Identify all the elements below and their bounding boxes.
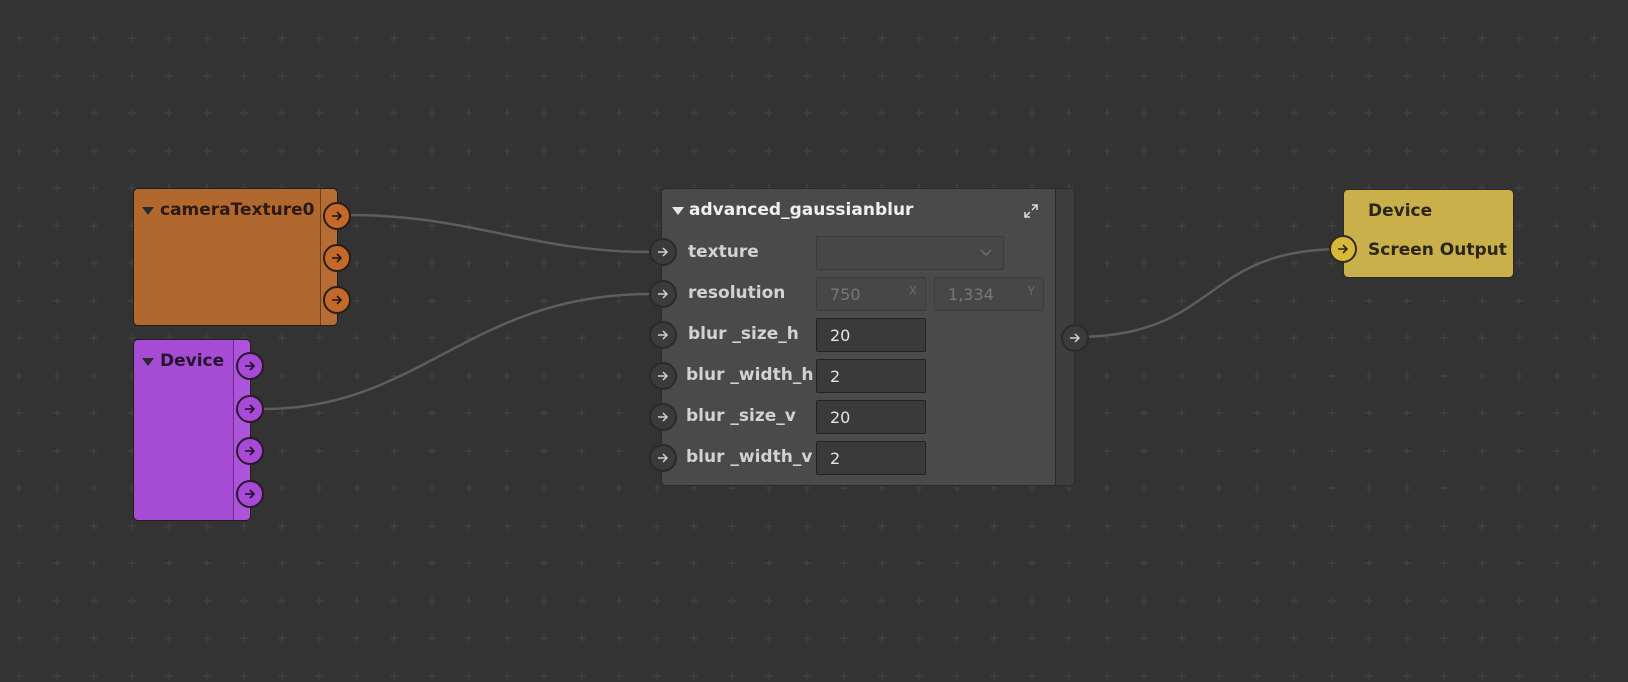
axis-x-label: X: [908, 284, 917, 298]
arrow-right-icon: [1070, 333, 1081, 343]
blur-size-v-input[interactable]: 20: [816, 400, 926, 434]
arrow-right-icon: [658, 289, 669, 299]
blur-width-v-input[interactable]: 2: [816, 441, 926, 475]
blur-input-port-width-v[interactable]: [649, 444, 677, 472]
param-label-blur-size-v: blur _size_v: [686, 406, 796, 426]
param-label-resolution: resolution: [688, 283, 786, 303]
arrow-right-icon: [332, 211, 343, 221]
output-node-title: Device: [1368, 201, 1433, 221]
device-node-title: Device: [160, 351, 225, 371]
collapse-triangle-icon[interactable]: [672, 207, 684, 215]
blur-node-title: advanced_gaussianblur: [689, 200, 914, 220]
arrow-right-icon: [658, 453, 669, 463]
arrow-right-icon: [245, 361, 256, 371]
camera-output-port-3[interactable]: [323, 286, 351, 314]
arrow-right-icon: [658, 330, 669, 340]
blur-input-port-texture[interactable]: [649, 238, 677, 266]
camera-output-port-1[interactable]: [323, 202, 351, 230]
camera-node-title: cameraTexture0: [160, 200, 315, 220]
arrow-right-icon: [658, 247, 669, 257]
device-output-port-1[interactable]: [236, 352, 264, 380]
blur-width-v-value: 2: [830, 448, 841, 468]
gaussian-blur-node[interactable]: advanced_gaussianblur texture resolution…: [661, 188, 1075, 486]
arrow-right-icon: [332, 295, 343, 305]
blur-output-port[interactable]: [1061, 324, 1089, 352]
blur-size-v-value: 20: [830, 407, 851, 427]
param-label-blur-width-h: blur _width_h: [686, 365, 814, 385]
collapse-triangle-icon[interactable]: [142, 358, 154, 366]
expand-icon[interactable]: [1024, 204, 1038, 218]
arrow-right-icon: [1338, 244, 1349, 254]
resolution-y-value: 1,334: [948, 284, 994, 304]
arrow-right-icon: [658, 412, 669, 422]
blur-input-port-size-v[interactable]: [649, 403, 677, 431]
screen-output-node[interactable]: Device Screen Output: [1343, 189, 1514, 278]
resolution-y-field[interactable]: 1,334 Y: [934, 277, 1044, 311]
arrow-right-icon: [245, 404, 256, 414]
param-label-blur-size-h: blur _size_h: [688, 324, 799, 344]
device-output-port-2[interactable]: [236, 395, 264, 423]
collapse-triangle-icon[interactable]: [142, 207, 154, 215]
blur-input-port-size-h[interactable]: [649, 321, 677, 349]
arrow-right-icon: [245, 446, 256, 456]
arrow-right-icon: [332, 253, 343, 263]
device-node[interactable]: Device: [133, 339, 251, 521]
device-output-port-4[interactable]: [236, 480, 264, 508]
resolution-x-value: 750: [830, 284, 861, 304]
arrow-right-icon: [245, 489, 256, 499]
param-label-blur-width-v: blur _width_v: [686, 447, 813, 467]
chevron-down-icon: [980, 249, 992, 257]
arrow-right-icon: [658, 371, 669, 381]
screen-output-input-port[interactable]: [1329, 235, 1357, 263]
blur-input-port-resolution[interactable]: [649, 280, 677, 308]
screen-output-label: Screen Output: [1368, 240, 1507, 260]
axis-y-label: Y: [1027, 284, 1035, 298]
resolution-x-field[interactable]: 750 X: [816, 277, 926, 311]
blur-size-h-input[interactable]: 20: [816, 318, 926, 352]
blur-width-h-value: 2: [830, 366, 841, 386]
blur-width-h-input[interactable]: 2: [816, 359, 926, 393]
camera-output-port-2[interactable]: [323, 244, 351, 272]
param-label-texture: texture: [688, 242, 759, 262]
device-output-port-3[interactable]: [236, 437, 264, 465]
blur-input-port-width-h[interactable]: [649, 362, 677, 390]
camera-texture-node[interactable]: cameraTexture0: [133, 188, 338, 326]
texture-select[interactable]: [816, 236, 1004, 270]
blur-size-h-value: 20: [830, 325, 851, 345]
